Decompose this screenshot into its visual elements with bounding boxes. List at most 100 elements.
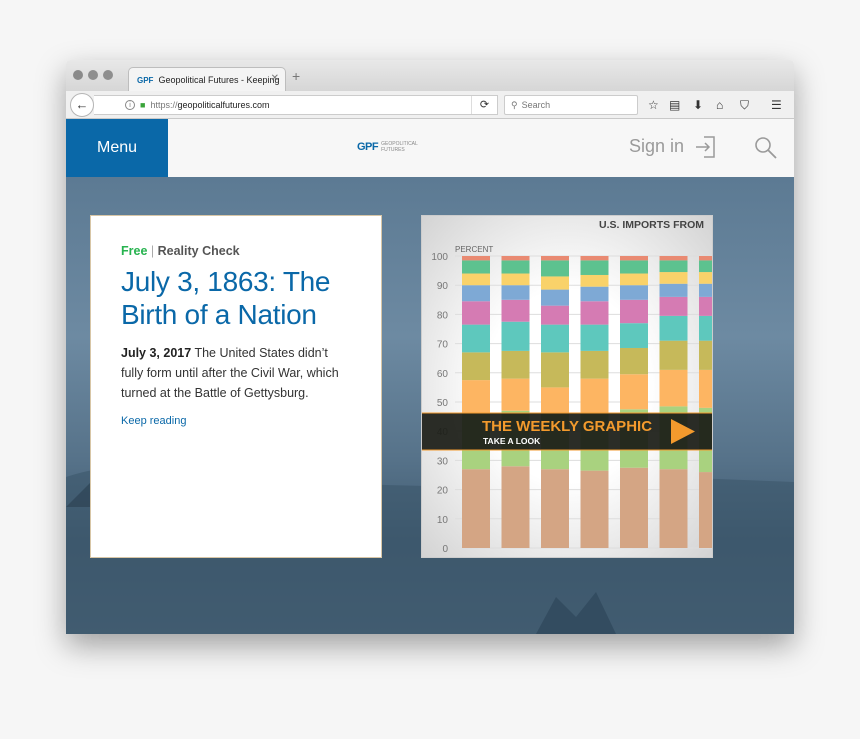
back-button[interactable]: ← xyxy=(70,93,94,117)
free-badge: Free xyxy=(121,244,148,258)
reading-list-icon[interactable]: ▤ xyxy=(669,97,680,113)
y-axis-label: PERCENT xyxy=(455,245,493,254)
bar-segment xyxy=(462,301,490,325)
bar-segment xyxy=(659,315,688,341)
bar-segment xyxy=(659,272,688,284)
bar-segment xyxy=(501,273,530,286)
bar-segment xyxy=(699,296,712,316)
url-scheme: https:// xyxy=(150,100,178,110)
weekly-graphic-card[interactable]: U.S. IMPORTS FROM PERCENT 01020304050607… xyxy=(421,215,713,558)
minimize-window-button[interactable] xyxy=(88,70,98,80)
bar-segment xyxy=(462,352,490,381)
bar-segment xyxy=(699,340,712,370)
maximize-window-button[interactable] xyxy=(103,70,113,80)
bar-segment xyxy=(659,256,688,261)
tab-active[interactable]: GPF Geopolitical Futures - Keeping ✕ xyxy=(128,67,286,92)
bar-segment xyxy=(462,273,490,286)
bar-segment xyxy=(462,324,490,353)
bar-segment xyxy=(620,273,648,286)
bar-segment xyxy=(620,323,648,348)
y-tick-label: 90 xyxy=(437,281,449,292)
bar-segment xyxy=(501,378,530,411)
bar-segment xyxy=(580,301,609,325)
bar-segment xyxy=(620,374,648,410)
site-logo[interactable]: GPF GEOPOLITICAL FUTURES xyxy=(357,141,418,153)
bar-segment xyxy=(659,340,688,370)
bar-segment xyxy=(501,350,530,379)
article-card[interactable]: Free | Reality Check July 3, 1863: The B… xyxy=(90,215,382,558)
bar-segment xyxy=(620,299,648,324)
lock-icon: ■ xyxy=(140,100,146,110)
bar-segment xyxy=(699,260,712,273)
bar-segment xyxy=(580,260,609,275)
info-icon[interactable]: i xyxy=(125,100,135,110)
bar-segment xyxy=(699,369,712,408)
bar-segment xyxy=(620,260,648,274)
nav-toolbar: i ■ https://geopoliticalfutures.com ⟳ ← … xyxy=(66,91,794,119)
search-icon[interactable] xyxy=(754,136,778,160)
weekly-graphic-chart: U.S. IMPORTS FROM PERCENT 01020304050607… xyxy=(422,219,712,555)
bar-segment xyxy=(620,467,648,548)
search-icon: ⚲ xyxy=(511,99,518,110)
home-icon[interactable]: ⌂ xyxy=(716,97,723,113)
bar-segment xyxy=(501,256,530,261)
sign-in-icon[interactable] xyxy=(694,135,718,159)
bar-segment xyxy=(699,256,712,261)
bar-segment xyxy=(462,260,490,274)
bar-segment xyxy=(580,274,609,287)
bar-segment xyxy=(541,469,569,548)
keep-reading-link[interactable]: Keep reading xyxy=(121,415,351,427)
bar-segment xyxy=(620,256,648,261)
bar-segment xyxy=(501,299,530,322)
bar-segment xyxy=(580,378,609,414)
bar-segment xyxy=(541,256,569,261)
logo-text: FUTURES xyxy=(381,147,405,153)
logo-mark: GPF xyxy=(357,141,379,153)
article-excerpt: July 3, 2017 The United States didn’t fu… xyxy=(121,343,351,403)
browser-window: GPF Geopolitical Futures - Keeping ✕ + i… xyxy=(66,60,794,634)
bar-segment xyxy=(541,276,569,290)
reload-icon[interactable]: ⟳ xyxy=(471,96,497,114)
download-icon[interactable]: ⬇ xyxy=(693,97,703,113)
bar-segment xyxy=(659,283,688,297)
pocket-icon[interactable]: ⛉ xyxy=(740,97,749,113)
bar-segment xyxy=(659,369,688,407)
bar-segment xyxy=(580,256,609,261)
back-icon: ← xyxy=(75,97,89,112)
menu-button[interactable]: Menu xyxy=(66,119,168,177)
bar-segment xyxy=(699,272,712,284)
search-input[interactable]: ⚲ Search xyxy=(504,95,638,115)
bar-segment xyxy=(462,256,490,261)
hamburger-menu-icon[interactable]: ☰ xyxy=(771,97,782,113)
bar-segment xyxy=(501,285,530,300)
url-bar[interactable]: i ■ https://geopoliticalfutures.com ⟳ xyxy=(94,95,498,115)
bar-segment xyxy=(580,286,609,302)
article-date: July 3, 2017 xyxy=(121,346,192,360)
y-tick-label: 20 xyxy=(437,486,449,497)
bar-segment xyxy=(620,347,648,375)
category-label[interactable]: Reality Check xyxy=(158,244,240,258)
article-tags: Free | Reality Check xyxy=(121,244,351,258)
close-window-button[interactable] xyxy=(73,70,83,80)
tab-bar: GPF Geopolitical Futures - Keeping ✕ + xyxy=(66,60,794,92)
y-tick-label: 70 xyxy=(437,340,449,351)
y-tick-label: 30 xyxy=(437,456,449,467)
sign-in-link[interactable]: Sign in xyxy=(629,136,684,157)
new-tab-button[interactable]: + xyxy=(292,68,300,84)
bar-segment xyxy=(659,260,688,273)
star-icon[interactable]: ☆ xyxy=(648,97,659,113)
bar-segment xyxy=(620,285,648,300)
bar-segment xyxy=(501,466,530,548)
y-tick-label: 0 xyxy=(442,544,448,555)
bar-segment xyxy=(501,321,530,351)
bar-segment xyxy=(580,470,609,548)
banner-subtitle: TAKE A LOOK xyxy=(483,436,541,446)
bar-segment xyxy=(462,469,490,548)
hero-banner: Free | Reality Check July 3, 1863: The B… xyxy=(66,177,794,634)
chart-title: U.S. IMPORTS FROM xyxy=(599,219,704,231)
article-title[interactable]: July 3, 1863: The Birth of a Nation xyxy=(121,265,351,331)
bar-segment xyxy=(580,324,609,351)
bar-segment xyxy=(659,469,688,548)
close-tab-icon[interactable]: ✕ xyxy=(271,73,279,84)
y-tick-label: 10 xyxy=(437,515,449,526)
